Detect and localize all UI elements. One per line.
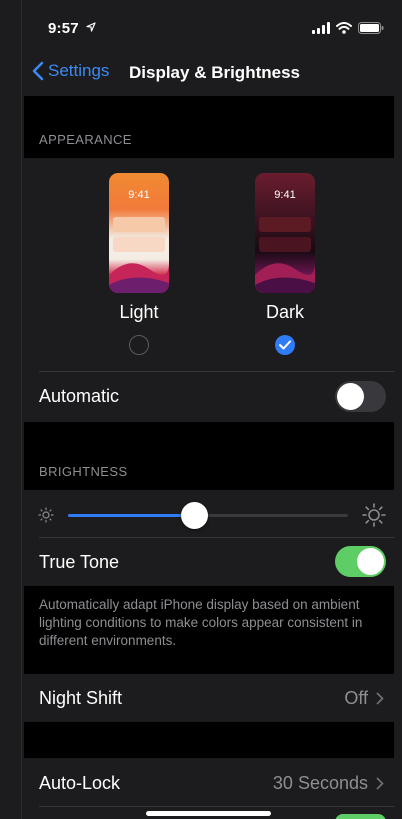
chevron-right-icon — [376, 777, 384, 790]
preview-widget-bar — [259, 217, 311, 232]
battery-icon — [358, 22, 384, 34]
preview-widget-bar — [113, 217, 165, 232]
light-mode-label: Light — [119, 302, 159, 322]
automatic-toggle[interactable] — [335, 381, 386, 412]
chevron-left-icon — [32, 61, 44, 81]
status-icons — [312, 22, 384, 34]
divider — [39, 371, 394, 372]
sun-large-icon — [362, 503, 386, 527]
dark-mode-radio[interactable] — [275, 335, 295, 355]
auto-lock-value: 30 Seconds — [272, 773, 368, 793]
preview-time-dark: 9:41 — [274, 189, 296, 201]
true-tone-toggle[interactable] — [335, 546, 386, 577]
background-edge-right — [394, 0, 402, 819]
toggle-knob — [357, 548, 384, 575]
night-shift-value-group: Off — [344, 688, 384, 709]
preview-wave — [109, 263, 169, 293]
dark-mode-preview[interactable]: 9:41 — [255, 173, 315, 293]
section-header-brightness: BRIGHTNESS — [39, 464, 128, 479]
preview-widget-bar — [113, 237, 165, 252]
night-shift-label: Night Shift — [39, 688, 123, 708]
preview-wave — [255, 263, 315, 293]
divider — [39, 537, 394, 538]
divider — [39, 806, 394, 807]
night-shift-row[interactable]: Night Shift Off — [24, 674, 394, 722]
auto-lock-value-group: 30 Seconds — [273, 773, 384, 794]
brightness-group: True Tone — [24, 490, 394, 586]
appearance-group: 9:41 9:41 Light Dark Automatic — [24, 158, 394, 422]
brightness-slider[interactable] — [68, 502, 348, 529]
preview-time-light: 9:41 — [128, 189, 150, 201]
navigation-bar: Settings Display & Brightness — [24, 48, 394, 96]
sun-small-icon — [38, 507, 54, 523]
status-bar: 9:57 — [24, 0, 394, 48]
page-title: Display & Brightness — [129, 63, 300, 82]
raise-to-wake-toggle[interactable] — [335, 814, 386, 819]
automatic-label: Automatic — [39, 386, 120, 406]
light-mode-preview[interactable]: 9:41 — [109, 173, 169, 293]
section-header-appearance: APPEARANCE — [39, 132, 132, 147]
auto-lock-row[interactable]: Auto-Lock 30 Seconds — [24, 758, 394, 819]
dark-mode-label: Dark — [265, 302, 304, 322]
true-tone-label: True Tone — [39, 552, 120, 572]
checkmark-icon — [279, 340, 291, 350]
true-tone-footer: Automatically adapt iPhone display based… — [39, 597, 363, 648]
chevron-right-icon — [376, 692, 384, 705]
auto-lock-label: Auto-Lock — [39, 773, 121, 793]
night-shift-value: Off — [344, 688, 368, 708]
background-app-edge — [0, 0, 24, 819]
wifi-icon — [336, 22, 352, 34]
brightness-slider-thumb[interactable] — [180, 502, 208, 529]
back-button-label: Settings — [48, 61, 110, 80]
toggle-knob — [337, 383, 364, 410]
settings-screen: 9:57 Settings Display & Brightness APPEA… — [24, 0, 394, 819]
location-arrow-icon — [86, 22, 96, 32]
light-mode-radio[interactable] — [129, 335, 149, 355]
status-time: 9:57 — [48, 20, 79, 37]
preview-widget-bar — [259, 237, 311, 252]
back-button[interactable]: Settings — [32, 61, 109, 81]
brightness-slider-fill — [68, 514, 194, 517]
home-indicator[interactable] — [146, 811, 271, 816]
cellular-signal-icon — [312, 22, 330, 34]
